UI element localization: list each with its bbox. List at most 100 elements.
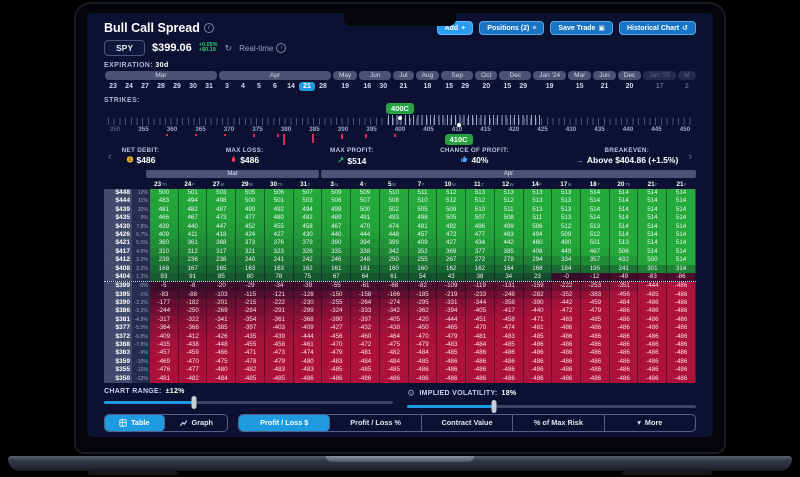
pl-cell[interactable]: 467 xyxy=(581,248,610,256)
pl-cell[interactable]: -86 xyxy=(667,273,696,281)
pl-cell[interactable]: 338 xyxy=(351,248,380,256)
pl-cell[interactable]: 352 xyxy=(409,248,438,256)
pl-cell[interactable]: 162 xyxy=(437,265,466,273)
expiration-day[interactable]: 23 xyxy=(105,82,121,91)
pl-cell[interactable]: -68 xyxy=(380,282,409,290)
pl-cell[interactable]: 513 xyxy=(552,214,581,222)
pl-cell[interactable]: 503 xyxy=(294,197,323,205)
pl-cell[interactable]: 512 xyxy=(466,197,495,205)
pl-cell[interactable]: -486 xyxy=(380,375,409,383)
pl-cell[interactable]: 511 xyxy=(524,214,553,222)
pl-cell[interactable]: 250 xyxy=(380,256,409,264)
pl-cell[interactable]: -486 xyxy=(495,375,524,383)
pl-cell[interactable]: -486 xyxy=(610,358,639,366)
pl-cell[interactable]: -485 xyxy=(524,333,553,341)
pl-cell[interactable]: -479 xyxy=(265,358,294,366)
pl-cell[interactable]: -166 xyxy=(380,291,409,299)
pl-cell[interactable]: 508 xyxy=(495,214,524,222)
pl-cell[interactable]: 514 xyxy=(581,206,610,214)
pl-cell[interactable]: -39 xyxy=(294,282,323,290)
pl-cell[interactable]: 444 xyxy=(351,231,380,239)
pl-cell[interactable]: 507 xyxy=(294,189,323,197)
pl-cell[interactable]: -20 xyxy=(207,282,236,290)
pl-cell[interactable]: 167 xyxy=(179,265,208,273)
table-date-header[interactable]: 3 M xyxy=(320,181,349,188)
pl-cell[interactable]: -476 xyxy=(150,366,179,374)
pl-cell[interactable]: -479 xyxy=(322,349,351,357)
pl-cell[interactable]: 505 xyxy=(437,214,466,222)
pl-cell[interactable]: 236 xyxy=(179,256,208,264)
pl-cell[interactable]: -250 xyxy=(179,307,208,315)
pl-cell[interactable]: 430 xyxy=(294,231,323,239)
table-date-header[interactable]: 7 F xyxy=(407,181,436,188)
pl-cell[interactable]: -486 xyxy=(524,349,553,357)
pl-cell[interactable]: 85 xyxy=(207,273,236,281)
pl-cell[interactable]: 513 xyxy=(552,206,581,214)
pl-cell[interactable]: -484 xyxy=(409,349,438,357)
pl-cell[interactable]: 513 xyxy=(495,189,524,197)
pl-cell[interactable]: -383 xyxy=(581,291,610,299)
pl-cell[interactable]: 491 xyxy=(351,214,380,222)
pl-cell[interactable]: -82 xyxy=(409,282,438,290)
pl-cell[interactable]: 163 xyxy=(236,265,265,273)
info-icon[interactable]: i xyxy=(204,23,214,33)
pl-cell[interactable]: -12 xyxy=(581,273,610,281)
tab-more[interactable]: ▾More xyxy=(605,415,695,431)
pl-cell[interactable]: -409 xyxy=(150,333,179,341)
pl-cell[interactable]: 514 xyxy=(667,223,696,231)
pl-cell[interactable]: -486 xyxy=(466,349,495,357)
pl-cell[interactable]: -49 xyxy=(610,273,639,281)
pl-cell[interactable]: -486 xyxy=(437,375,466,383)
pl-cell[interactable]: -486 xyxy=(667,299,696,307)
pl-cell[interactable]: 514 xyxy=(610,214,639,222)
pl-cell[interactable]: -61 xyxy=(351,282,380,290)
pl-cell[interactable]: 506 xyxy=(322,197,351,205)
pl-cell[interactable]: 448 xyxy=(380,231,409,239)
pl-cell[interactable]: 501 xyxy=(265,197,294,205)
pl-cell[interactable]: -486 xyxy=(552,349,581,357)
pl-cell[interactable]: -486 xyxy=(581,341,610,349)
pl-cell[interactable]: 248 xyxy=(351,256,380,264)
pl-cell[interactable]: 195 xyxy=(581,265,610,273)
pl-cell[interactable]: -405 xyxy=(380,316,409,324)
pl-cell[interactable]: -486 xyxy=(667,324,696,332)
pl-cell[interactable]: -483 xyxy=(322,358,351,366)
pl-cell[interactable]: 514 xyxy=(610,189,639,197)
pl-cell[interactable]: 511 xyxy=(495,206,524,214)
pl-cell[interactable]: -486 xyxy=(610,333,639,341)
pl-cell[interactable]: -486 xyxy=(581,375,610,383)
pl-cell[interactable]: 472 xyxy=(437,231,466,239)
pl-cell[interactable]: -342 xyxy=(380,307,409,315)
pl-cell[interactable]: -444 xyxy=(294,333,323,341)
table-date-header[interactable]: 21 F xyxy=(638,181,667,188)
pl-cell[interactable]: -444 xyxy=(437,316,466,324)
pl-cell[interactable]: -486 xyxy=(638,341,667,349)
pl-cell[interactable]: -483 xyxy=(265,366,294,374)
pl-cell[interactable]: 483 xyxy=(150,197,179,205)
pl-cell[interactable]: 514 xyxy=(638,239,667,247)
pl-cell[interactable]: -486 xyxy=(581,349,610,357)
pl-cell[interactable]: 500 xyxy=(236,197,265,205)
pl-cell[interactable]: -368 xyxy=(294,316,323,324)
pl-cell[interactable]: -486 xyxy=(638,324,667,332)
pl-cell[interactable]: -274 xyxy=(380,299,409,307)
pl-cell[interactable]: -486 xyxy=(667,307,696,315)
pl-cell[interactable]: 409 xyxy=(409,239,438,247)
pl-cell[interactable]: 449 xyxy=(552,248,581,256)
tab-profit-loss-$[interactable]: Profit / Loss $ xyxy=(239,415,330,431)
leg-handle[interactable] xyxy=(398,116,402,120)
pl-cell[interactable]: -481 xyxy=(150,375,179,383)
pl-cell[interactable]: -483 xyxy=(495,333,524,341)
pl-cell[interactable]: 321 xyxy=(236,248,265,256)
feed-info-icon[interactable]: i xyxy=(276,43,286,53)
pl-cell[interactable]: 162 xyxy=(466,265,495,273)
pl-cell[interactable]: -409 xyxy=(294,324,323,332)
pl-cell[interactable]: -201 xyxy=(207,299,236,307)
pl-cell[interactable]: 506 xyxy=(610,248,639,256)
pl-cell[interactable]: 369 xyxy=(437,248,466,256)
pl-cell[interactable]: -438 xyxy=(380,324,409,332)
pl-cell[interactable]: 501 xyxy=(179,189,208,197)
pl-cell[interactable]: 509 xyxy=(552,231,581,239)
pl-cell[interactable]: 500 xyxy=(351,206,380,214)
pl-cell[interactable]: -485 xyxy=(409,358,438,366)
